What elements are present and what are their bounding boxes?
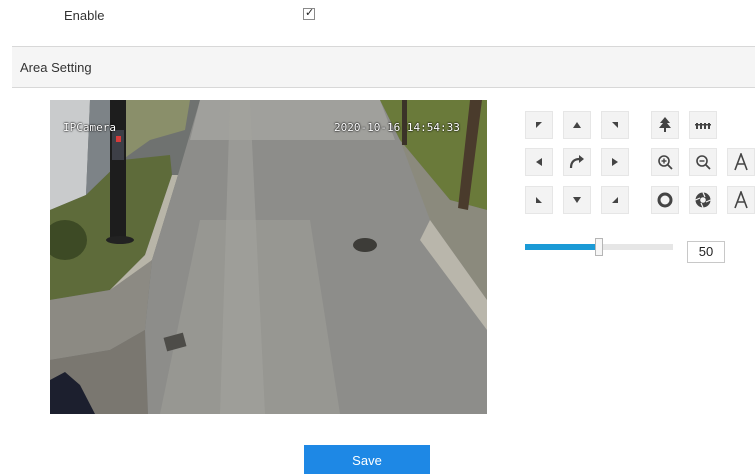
- enable-label: Enable: [64, 8, 105, 23]
- zoom-out-button[interactable]: [689, 148, 717, 176]
- arrow-right-icon: [612, 158, 618, 166]
- ptz-down-right-button[interactable]: [601, 186, 629, 214]
- arrow-down-right-icon: [612, 197, 618, 203]
- aperture-open-icon: [657, 192, 673, 208]
- zoom-in-icon: [658, 155, 673, 170]
- area-setting-title: Area Setting: [20, 60, 92, 75]
- speed-value-field[interactable]: 50: [687, 241, 725, 263]
- aperture-close-icon: [695, 192, 711, 208]
- save-button[interactable]: Save: [304, 445, 430, 474]
- focus-far-button[interactable]: [651, 111, 679, 139]
- arrow-up-left-icon: [536, 122, 542, 128]
- camera-scene: [50, 100, 487, 414]
- area-setting-header: Area Setting: [12, 46, 755, 88]
- iris-close-button[interactable]: [689, 186, 717, 214]
- ptz-down-button[interactable]: [563, 186, 591, 214]
- enable-checkbox[interactable]: ✓: [303, 6, 315, 20]
- arrow-up-icon: [573, 122, 581, 128]
- ptz-left-button[interactable]: [525, 148, 553, 176]
- timestamp-osd: 2020-10-16 14:54:33: [334, 121, 460, 134]
- ptz-down-left-button[interactable]: [525, 186, 553, 214]
- auto-focus-button[interactable]: [727, 148, 755, 176]
- speed-slider-handle[interactable]: [595, 238, 603, 256]
- rotate-icon: [569, 155, 584, 169]
- camera-name-osd: IPCamera: [63, 121, 116, 134]
- speed-slider-fill: [525, 244, 599, 250]
- arrow-left-icon: [536, 158, 542, 166]
- ptz-up-right-button[interactable]: [601, 111, 629, 139]
- ptz-auto-rotate-button[interactable]: [563, 148, 591, 176]
- ptz-right-button[interactable]: [601, 148, 629, 176]
- iris-open-button[interactable]: [651, 186, 679, 214]
- letter-a-icon: [734, 153, 748, 171]
- arrow-down-icon: [573, 197, 581, 203]
- ptz-up-button[interactable]: [563, 111, 591, 139]
- ptz-up-left-button[interactable]: [525, 111, 553, 139]
- check-icon: ✓: [305, 6, 315, 19]
- letter-a-icon: [734, 191, 748, 209]
- focus-near-button[interactable]: [689, 111, 717, 139]
- auto-iris-button[interactable]: [727, 186, 755, 214]
- arrow-up-right-icon: [612, 122, 618, 128]
- zoom-out-icon: [696, 155, 711, 170]
- video-preview[interactable]: IPCamera 2020-10-16 14:54:33: [50, 100, 487, 414]
- arrow-down-left-icon: [536, 197, 542, 203]
- crowd-icon: [695, 123, 711, 129]
- tree-icon: [659, 117, 671, 132]
- zoom-in-button[interactable]: [651, 148, 679, 176]
